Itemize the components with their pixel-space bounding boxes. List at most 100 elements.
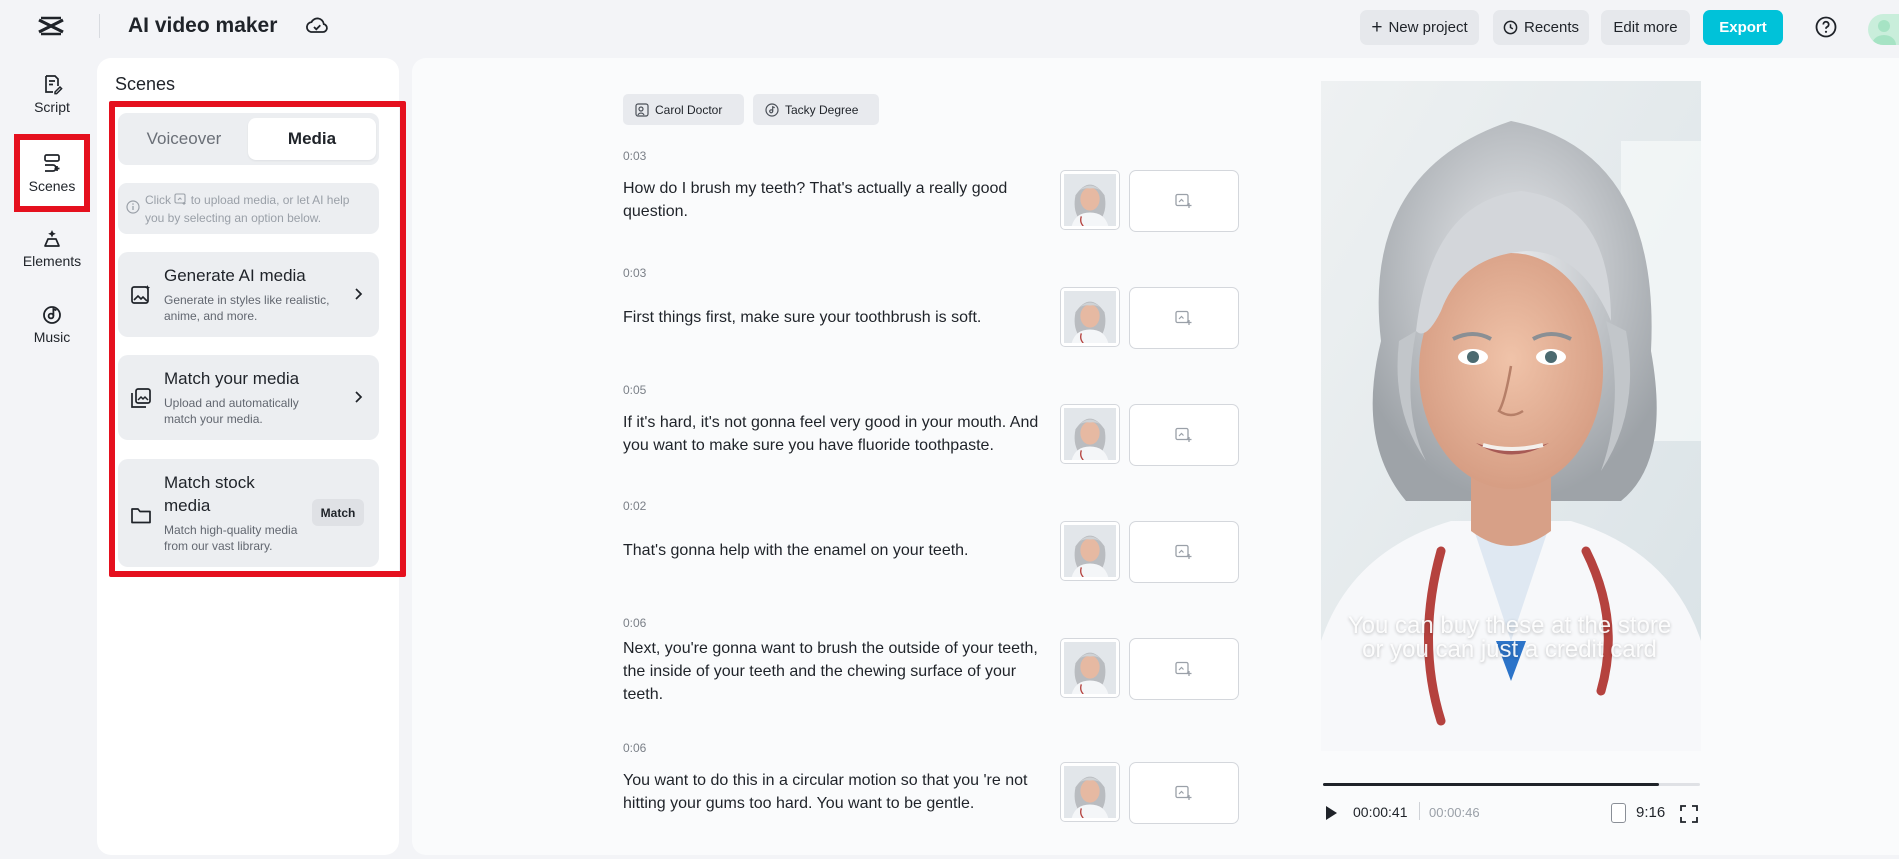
music-icon bbox=[43, 306, 61, 324]
scene-thumbnail[interactable] bbox=[1060, 287, 1120, 347]
scene-thumbnail[interactable] bbox=[1060, 762, 1120, 822]
export-button[interactable]: Export bbox=[1703, 10, 1783, 45]
chevron-right-icon bbox=[355, 391, 363, 403]
scene-text[interactable]: How do I brush my teeth? That's actually… bbox=[623, 177, 1048, 223]
recents-label: Recents bbox=[1523, 19, 1580, 36]
chip-label-carol: Carol Doctor bbox=[655, 102, 723, 117]
add-media-slot[interactable] bbox=[1129, 170, 1239, 232]
scene-text[interactable]: First things first, make sure your tooth… bbox=[623, 306, 1048, 329]
rail-item-elements[interactable]: Elements bbox=[14, 212, 90, 284]
rail-label-elements: Elements bbox=[22, 253, 82, 269]
add-media-icon bbox=[1175, 661, 1193, 677]
capcut-logo-icon[interactable] bbox=[36, 14, 66, 38]
folder-icon bbox=[131, 508, 151, 524]
rail-label-scenes: Scenes bbox=[28, 178, 76, 194]
doctor-thumbnail-icon bbox=[1064, 174, 1116, 226]
upload-media-icon[interactable] bbox=[174, 193, 187, 205]
add-media-icon bbox=[1175, 193, 1193, 209]
add-media-icon bbox=[1175, 544, 1193, 560]
card-desc-generate: Generate in styles like realistic, anime… bbox=[164, 293, 330, 323]
add-media-slot[interactable] bbox=[1129, 762, 1239, 824]
new-project-button[interactable]: + New project bbox=[1360, 10, 1479, 45]
card-title-match: Match your media bbox=[164, 369, 300, 388]
hint-text-start: Click bbox=[145, 193, 171, 207]
scene-text[interactable]: If it's hard, it's not gonna feel very g… bbox=[623, 411, 1048, 457]
play-icon[interactable] bbox=[1323, 804, 1339, 822]
scene-thumbnail[interactable] bbox=[1060, 404, 1120, 464]
playback-progress-fill bbox=[1323, 783, 1659, 786]
ai-image-icon bbox=[131, 285, 151, 304]
doctor-thumbnail-icon bbox=[1064, 408, 1116, 460]
total-time: 00:00:46 bbox=[1429, 805, 1480, 820]
match-your-media-card[interactable]: Match your media Upload and automaticall… bbox=[118, 355, 379, 440]
scene-text[interactable]: That's gonna help with the enamel on you… bbox=[623, 539, 1048, 562]
scene-thumbnail[interactable] bbox=[1060, 638, 1120, 698]
time-separator bbox=[1419, 802, 1420, 820]
scenes-panel bbox=[97, 58, 399, 855]
voiceover-media-toggle: Voiceover Media bbox=[118, 113, 379, 165]
tab-media[interactable]: Media bbox=[248, 118, 376, 160]
scene-text[interactable]: Next, you're gonna want to brush the out… bbox=[623, 637, 1048, 706]
clock-icon bbox=[1503, 20, 1518, 35]
new-project-label: New project bbox=[1388, 19, 1468, 36]
doctor-thumbnail-icon bbox=[1064, 291, 1116, 343]
rail-item-scenes[interactable]: Scenes bbox=[14, 134, 90, 212]
doctor-thumbnail-icon bbox=[1064, 642, 1116, 694]
rail-label-script: Script bbox=[34, 99, 70, 115]
add-media-slot[interactable] bbox=[1129, 404, 1239, 466]
add-media-slot[interactable] bbox=[1129, 638, 1239, 700]
music-note-icon bbox=[765, 102, 779, 117]
add-media-slot[interactable] bbox=[1129, 521, 1239, 583]
playback-progress-bar[interactable] bbox=[1323, 783, 1700, 786]
recents-button[interactable]: Recents bbox=[1493, 10, 1589, 45]
add-media-icon bbox=[1175, 427, 1193, 443]
scene-time: 0:06 bbox=[623, 741, 647, 755]
scene-thumbnail[interactable] bbox=[1060, 521, 1120, 581]
edit-more-button[interactable]: Edit more bbox=[1601, 10, 1690, 45]
aspect-ratio-label[interactable]: 9:16 bbox=[1636, 804, 1665, 821]
scene-text[interactable]: You want to do this in a circular motion… bbox=[623, 769, 1048, 815]
chip-label-tacky: Tacky Degree bbox=[785, 102, 859, 117]
rail-item-script[interactable]: Script bbox=[14, 58, 90, 130]
match-button[interactable]: Match bbox=[312, 499, 364, 526]
add-media-slot[interactable] bbox=[1129, 287, 1239, 349]
user-voice-icon bbox=[635, 102, 649, 117]
script-icon bbox=[45, 75, 63, 95]
cloud-sync-icon[interactable] bbox=[305, 15, 329, 37]
user-avatar-icon bbox=[1872, 20, 1896, 45]
fullscreen-icon[interactable] bbox=[1680, 805, 1698, 823]
top-bar: AI video maker + New project Recents Edi… bbox=[0, 0, 1899, 52]
scene-time: 0:03 bbox=[623, 266, 647, 280]
generate-ai-media-card[interactable]: Generate AI media Generate in styles lik… bbox=[118, 252, 379, 337]
video-caption: You can buy these at the store or you ca… bbox=[1347, 612, 1672, 663]
scene-time: 0:02 bbox=[623, 499, 647, 513]
scene-time: 0:05 bbox=[623, 383, 647, 397]
help-circle-icon[interactable] bbox=[1814, 15, 1838, 39]
scenes-icon bbox=[44, 154, 60, 172]
aspect-ratio-icon[interactable] bbox=[1611, 803, 1626, 823]
info-icon bbox=[126, 200, 140, 214]
elements-icon bbox=[44, 230, 60, 247]
rail-item-music[interactable]: Music bbox=[14, 288, 90, 360]
match-stock-media-card[interactable]: Match stock media Match high-quality med… bbox=[118, 459, 379, 567]
plus-icon: + bbox=[1371, 17, 1383, 38]
chevron-right-icon bbox=[355, 288, 363, 300]
panel-title: Scenes bbox=[115, 74, 176, 94]
scene-time: 0:03 bbox=[623, 149, 647, 163]
scene-thumbnail[interactable] bbox=[1060, 170, 1120, 230]
app-title: AI video maker bbox=[128, 14, 278, 37]
header-divider bbox=[99, 14, 100, 38]
add-media-icon bbox=[1175, 785, 1193, 801]
gallery-icon bbox=[131, 388, 151, 408]
tab-voiceover[interactable]: Voiceover bbox=[120, 118, 248, 160]
card-desc-match: Upload and automatically match your medi… bbox=[164, 396, 299, 426]
doctor-thumbnail-icon bbox=[1064, 525, 1116, 577]
card-title-stock: Match stock media bbox=[164, 473, 255, 515]
voice-chip-carol-doctor[interactable]: Carol Doctor bbox=[623, 94, 744, 125]
scene-time: 0:06 bbox=[623, 616, 647, 630]
card-title-generate: Generate AI media bbox=[164, 266, 306, 285]
current-time: 00:00:41 bbox=[1353, 804, 1408, 820]
music-chip-tacky-degree[interactable]: Tacky Degree bbox=[753, 94, 879, 125]
card-desc-stock: Match high-quality media from our vast l… bbox=[164, 523, 298, 553]
avatar[interactable] bbox=[1868, 14, 1899, 45]
